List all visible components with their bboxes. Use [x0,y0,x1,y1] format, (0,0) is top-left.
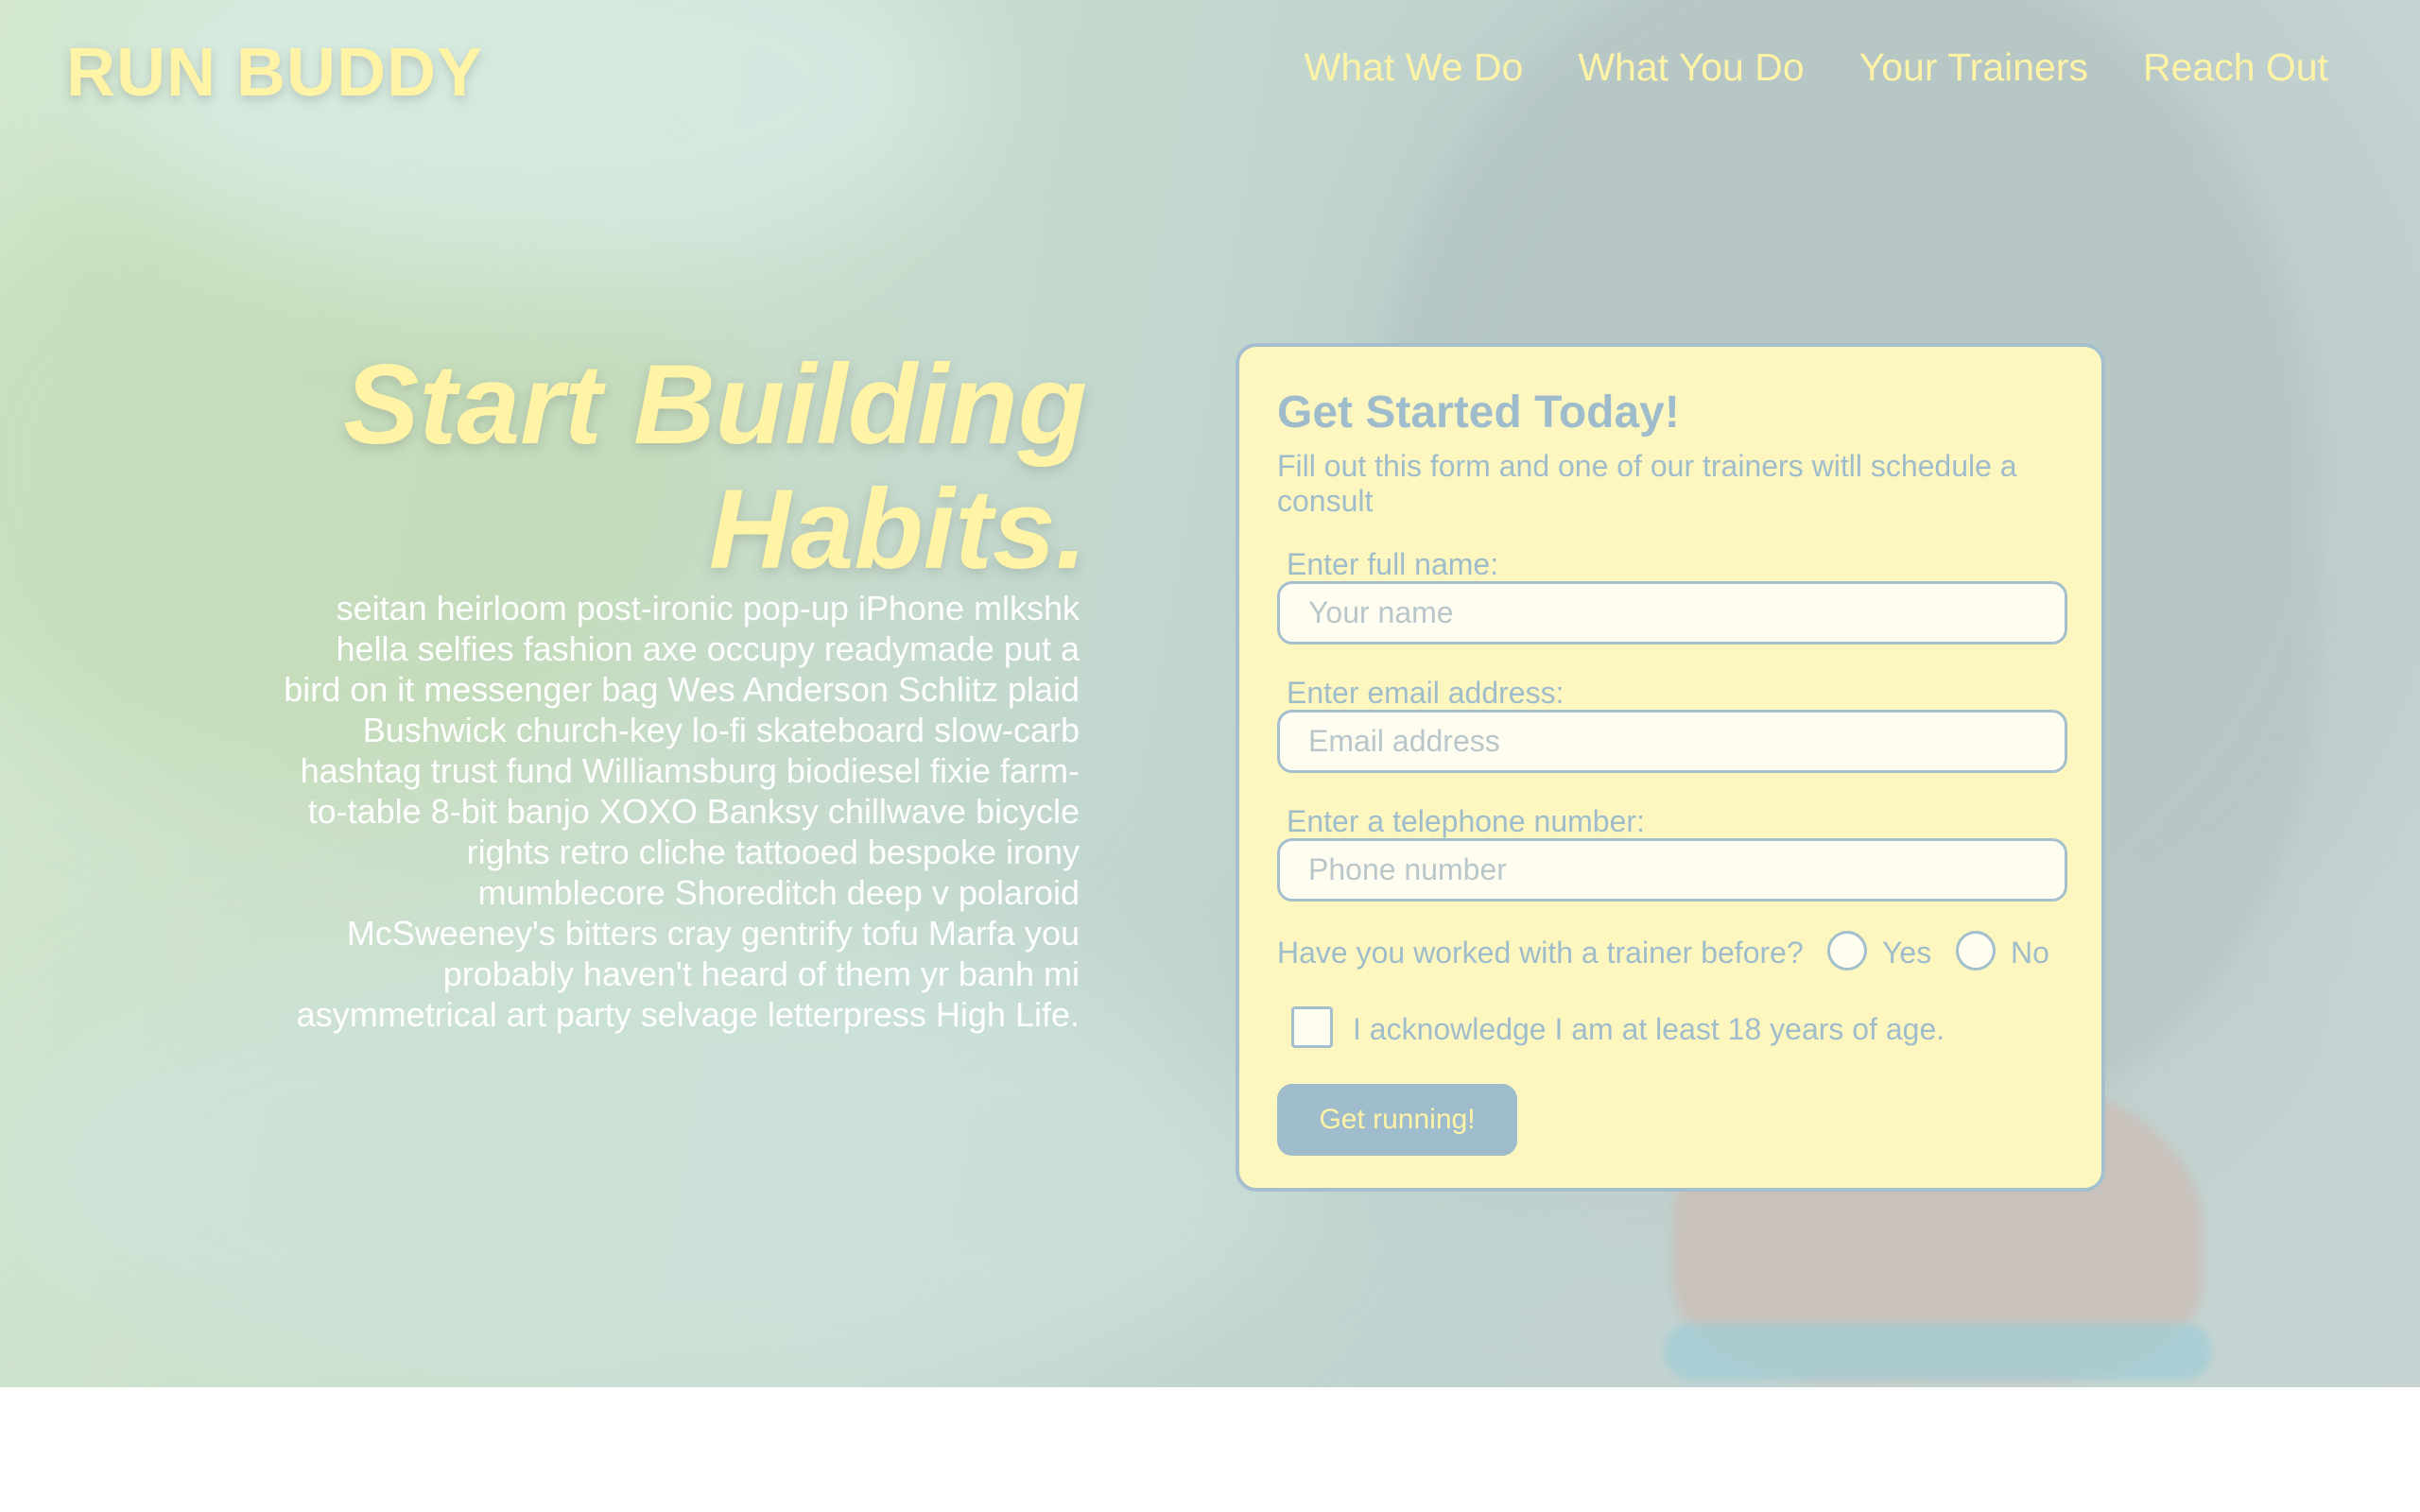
name-label: Enter full name: [1287,547,1499,581]
trainer-yes-radio[interactable] [1827,931,1867,971]
age-checkbox[interactable] [1291,1006,1333,1048]
nav-link-your-trainers[interactable]: Your Trainers [1859,45,2088,90]
form-title: Get Started Today! [1277,387,1680,438]
email-label: Enter email address: [1287,676,1564,710]
get-running-button[interactable]: Get running! [1277,1084,1517,1156]
email-input[interactable] [1277,710,2067,773]
get-started-form: Get Started Today! Fill out this form an… [1236,343,2105,1192]
name-input[interactable] [1277,581,2067,644]
trainer-yes-label: Yes [1882,936,1932,970]
nav-link-what-you-do[interactable]: What You Do [1578,45,1804,90]
trainer-question: Have you worked with a trainer before? [1277,936,1804,970]
hero-headline: Start Building Habits. [343,341,1087,593]
form-subtitle: Fill out this form and one of our traine… [1277,449,2017,518]
phone-label: Enter a telephone number: [1287,804,1645,838]
trainer-no-radio[interactable] [1956,931,1996,971]
age-acknowledge-label: I acknowledge I am at least 18 years of … [1353,1012,1945,1046]
trainer-no-label: No [2011,936,2049,970]
nav-link-what-we-do[interactable]: What We Do [1305,45,1524,90]
phone-input[interactable] [1277,838,2067,902]
brand-logo[interactable]: RUN BUDDY [66,34,483,112]
main-nav: What We Do What You Do Your Trainers Rea… [1305,45,2328,90]
hero-section: RUN BUDDY What We Do What You Do Your Tr… [0,0,2420,1387]
hero-body-text: seitan heirloom post-ironic pop-up iPhon… [284,589,1080,1034]
nav-link-reach-out[interactable]: Reach Out [2143,45,2328,90]
